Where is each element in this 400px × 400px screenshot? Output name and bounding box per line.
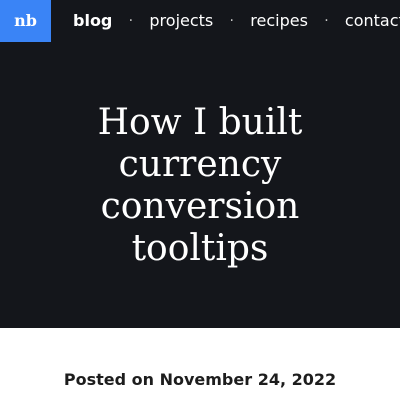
hero-header: nb blog · projects · recipes · contact H… [0, 0, 400, 328]
nav-separator: · [128, 13, 134, 29]
site-logo-link[interactable]: nb [0, 0, 51, 42]
nav-link-projects[interactable]: projects [149, 0, 213, 42]
post-meta: Posted on November 24, 2022 [0, 368, 400, 392]
page-title: How I built currency conversion tooltips [97, 102, 303, 269]
posted-prefix: Posted on [63, 370, 155, 389]
main-nav: blog · projects · recipes · contact [73, 0, 400, 42]
nav-link-contact[interactable]: contact [345, 0, 400, 42]
post-date: November 24, 2022 [159, 370, 337, 389]
nav-link-recipes[interactable]: recipes [250, 0, 308, 42]
nav-separator: · [324, 13, 329, 29]
nav-separator: · [229, 13, 234, 29]
nav-link-blog[interactable]: blog [73, 0, 112, 42]
